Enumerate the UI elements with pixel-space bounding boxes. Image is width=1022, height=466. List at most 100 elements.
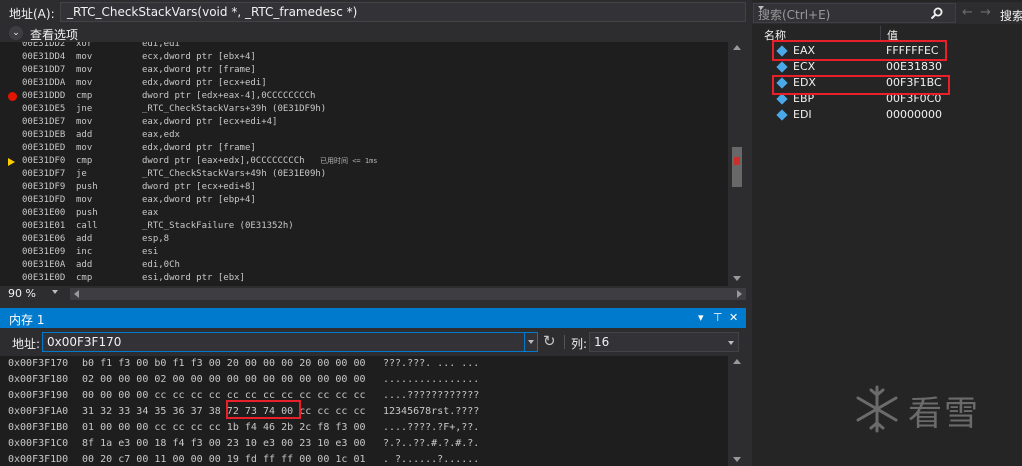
disasm-row[interactable]: 00E31DF7 je _RTC_CheckStackVars+49h (0E31E… <box>0 168 728 181</box>
memory-byte[interactable]: 00 <box>354 420 366 436</box>
disasm-row[interactable]: 00E31E00 push eax <box>0 207 728 220</box>
memory-byte[interactable]: f1 <box>100 356 112 372</box>
memory-byte[interactable]: 00 <box>299 372 311 388</box>
scroll-up-icon[interactable] <box>733 45 741 50</box>
memory-byte[interactable]: f8 <box>317 420 329 436</box>
memory-byte[interactable]: ff <box>263 452 275 466</box>
memory-byte[interactable]: 32 <box>100 404 112 420</box>
register-row[interactable]: EDI 00000000 <box>752 107 1022 123</box>
memory-address-input[interactable]: 0x00F3F170 <box>42 332 538 352</box>
memory-byte[interactable]: 00 <box>136 452 148 466</box>
memory-byte[interactable]: 00 <box>209 356 221 372</box>
memory-byte[interactable]: 00 <box>136 436 148 452</box>
disasm-row[interactable]: 00E31DFD mov eax,dword ptr [ebp+4] <box>0 194 728 207</box>
register-value[interactable]: 00000000 <box>886 107 942 123</box>
memory-byte[interactable]: 18 <box>154 436 166 452</box>
memory-byte[interactable]: cc <box>154 388 166 404</box>
memory-byte[interactable]: 00 <box>245 372 257 388</box>
refresh-icon[interactable]: ↻ <box>543 332 556 350</box>
memory-byte[interactable]: 11 <box>154 452 166 466</box>
disasm-row[interactable]: 00E31E0A add edi,0Ch <box>0 259 728 272</box>
disassembly-code-view[interactable]: 00E31DD2 xor edi,edi 00E31DD4 mov ecx,dword p… <box>0 42 728 286</box>
disassembly-vertical-scrollbar[interactable] <box>728 42 746 286</box>
memory-byte[interactable]: 02 <box>82 372 94 388</box>
memory-byte[interactable]: 00 <box>191 372 203 388</box>
memory-byte[interactable]: 2b <box>281 420 293 436</box>
memory-byte[interactable]: 01 <box>354 452 366 466</box>
memory-byte[interactable]: 00 <box>136 356 148 372</box>
memory-byte[interactable]: ff <box>281 452 293 466</box>
memory-byte[interactable]: 00 <box>136 372 148 388</box>
memory-byte[interactable]: 00 <box>263 372 275 388</box>
search-input[interactable]: 搜索(Ctrl+E) <box>753 3 956 23</box>
disasm-row[interactable]: 00E31E06 add esp,8 <box>0 233 728 246</box>
memory-byte[interactable]: 36 <box>173 404 185 420</box>
pin-icon[interactable]: ⊤ <box>713 311 723 324</box>
memory-byte[interactable]: 00 <box>335 356 347 372</box>
memory-address-dropdown[interactable] <box>524 332 538 352</box>
memory-byte[interactable]: 23 <box>299 436 311 452</box>
memory-byte[interactable]: f4 <box>245 420 257 436</box>
memory-byte[interactable]: 00 <box>317 356 329 372</box>
memory-byte[interactable]: e3 <box>263 436 275 452</box>
memory-byte[interactable]: 01 <box>82 420 94 436</box>
memory-byte[interactable]: 00 <box>118 388 130 404</box>
memory-byte[interactable]: 00 <box>354 356 366 372</box>
memory-byte[interactable]: f3 <box>191 356 203 372</box>
memory-byte[interactable]: 00 <box>136 420 148 436</box>
memory-byte[interactable]: e3 <box>335 436 347 452</box>
disasm-row[interactable]: 00E31E09 inc esi <box>0 246 728 259</box>
memory-byte[interactable]: 00 <box>173 372 185 388</box>
memory-vertical-scrollbar[interactable] <box>728 356 746 466</box>
memory-row[interactable]: 0x00F3F1A0 31 32 33 34 35 36 37 38 72 73 74 00 cc cc cc… <box>0 404 728 420</box>
disasm-row[interactable]: 00E31E0D cmp esi,dword ptr [ebx] <box>0 272 728 285</box>
breakpoint-icon[interactable] <box>8 92 17 101</box>
register-value[interactable]: 00E31830 <box>886 59 942 75</box>
disasm-row[interactable]: 00E31E01 call _RTC_StackFailure (0E31352h) <box>0 220 728 233</box>
memory-byte[interactable]: 00 <box>317 372 329 388</box>
memory-byte[interactable]: 00 <box>354 372 366 388</box>
memory-byte[interactable]: 35 <box>154 404 166 420</box>
disasm-row[interactable]: 00E31DDA mov edx,dword ptr [ecx+edi] <box>0 77 728 90</box>
memory-byte[interactable]: 1a <box>100 436 112 452</box>
memory-byte[interactable]: 00 <box>191 452 203 466</box>
memory-byte[interactable]: f3 <box>335 420 347 436</box>
memory-byte[interactable]: 00 <box>317 452 329 466</box>
memory-byte[interactable]: cc <box>209 420 221 436</box>
disasm-row[interactable]: 00E31DD7 mov eax,dword ptr [frame] <box>0 64 728 77</box>
memory-byte[interactable]: 00 <box>281 356 293 372</box>
memory-byte[interactable]: cc <box>191 388 203 404</box>
memory-byte[interactable]: f4 <box>173 436 185 452</box>
search-icon[interactable] <box>930 7 943 20</box>
disassembly-horizontal-scrollbar[interactable] <box>70 288 746 300</box>
memory-byte[interactable]: 2c <box>299 420 311 436</box>
memory-byte[interactable]: 20 <box>299 356 311 372</box>
memory-byte[interactable]: 00 <box>82 388 94 404</box>
disasm-row[interactable]: 00E31DEB add eax,edx <box>0 129 728 142</box>
disasm-row[interactable]: 00E31DDD cmp dword ptr [edx+eax-4],0CCCCCC… <box>0 90 728 103</box>
memory-byte[interactable]: 02 <box>154 372 166 388</box>
memory-byte[interactable]: 00 <box>173 452 185 466</box>
memory-byte[interactable]: 00 <box>100 372 112 388</box>
memory-byte[interactable]: cc <box>154 420 166 436</box>
memory-byte[interactable]: cc <box>335 404 347 420</box>
memory-byte[interactable]: fd <box>245 452 257 466</box>
memory-byte[interactable]: 23 <box>227 436 239 452</box>
back-arrow-icon[interactable]: ← <box>962 5 973 20</box>
memory-byte[interactable]: 00 <box>299 452 311 466</box>
memory-byte[interactable]: 00 <box>209 372 221 388</box>
register-row[interactable]: ECX 00E31830 <box>752 59 1022 75</box>
memory-byte[interactable]: 8f <box>82 436 94 452</box>
disasm-row[interactable]: 00E31DF0 cmp dword ptr [eax+edx],0CCCCCCCC… <box>0 155 728 168</box>
memory-byte[interactable]: 00 <box>281 436 293 452</box>
memory-byte[interactable]: 10 <box>245 436 257 452</box>
memory-byte[interactable]: 00 <box>281 372 293 388</box>
memory-row[interactable]: 0x00F3F1D0 00 20 c7 00 11 00 00 00 19 fd ff ff 00 00 1c… <box>0 452 728 466</box>
memory-byte[interactable]: 33 <box>118 404 130 420</box>
memory-byte[interactable]: 00 <box>82 452 94 466</box>
memory-byte[interactable]: 00 <box>118 420 130 436</box>
memory-byte[interactable]: 00 <box>227 372 239 388</box>
scroll-left-icon[interactable] <box>74 290 79 298</box>
memory-byte[interactable]: f1 <box>173 356 185 372</box>
memory-byte[interactable]: cc <box>335 388 347 404</box>
